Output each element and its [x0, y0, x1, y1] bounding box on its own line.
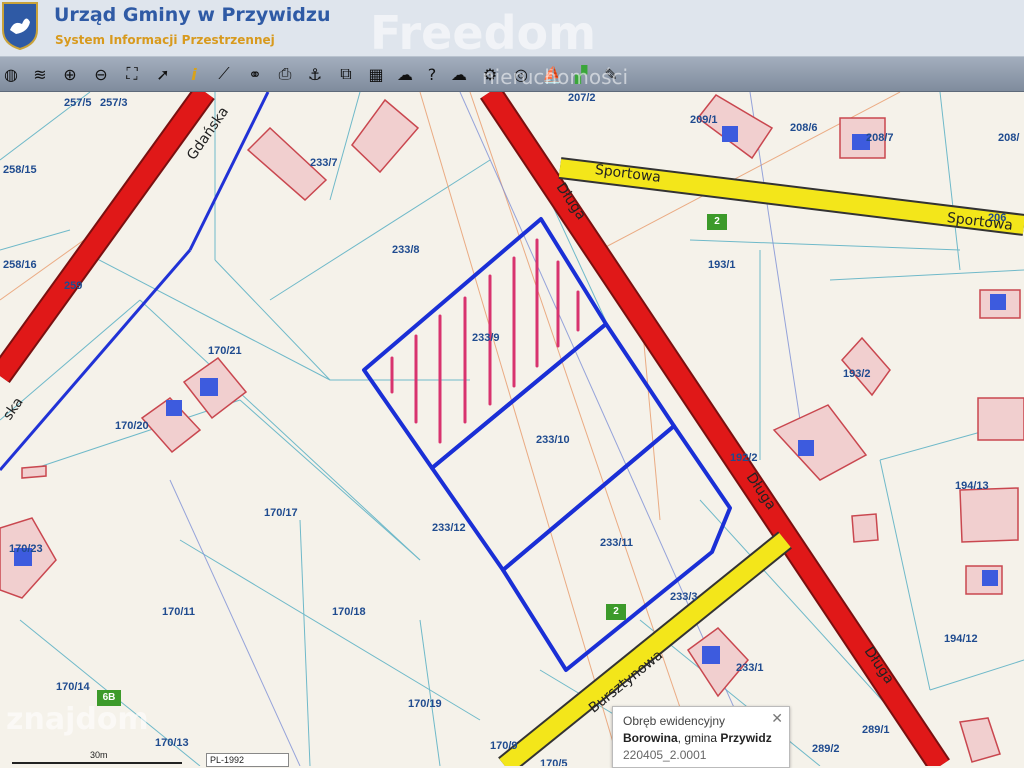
parcel-label: 258/15 — [3, 164, 37, 176]
popup-gmina: Przywidz — [720, 731, 772, 745]
app-subtitle: System Informacji Przestrzennej — [55, 33, 275, 47]
scale-bar: 30m — [8, 750, 188, 766]
popup-place-rest: , gmina — [677, 731, 721, 745]
parcel-label: 170/21 — [208, 345, 242, 357]
parcel-label: 170/13 — [155, 737, 189, 749]
parcel-label: 233/3 — [670, 591, 698, 603]
parcel-label: 194/12 — [944, 633, 978, 645]
info-popup: ✕ Obręb ewidencyjny Borowina, gmina Przy… — [612, 706, 790, 768]
popup-code: 220405_2.0001 — [623, 748, 707, 762]
print-icon[interactable]: ⎙ — [274, 63, 296, 85]
app-title: Urząd Gminy w Przywidzu — [54, 4, 331, 26]
layers-icon[interactable]: ≋ — [29, 63, 51, 85]
cloud-icon[interactable]: ☁ — [448, 63, 470, 85]
coat-of-arms-logo — [1, 2, 38, 50]
parcel-label: 233/12 — [432, 522, 466, 534]
zoom-in-icon[interactable]: ⊕ — [59, 63, 81, 85]
road-gdanska — [0, 92, 215, 384]
address-badge: 2 — [606, 604, 626, 620]
popup-place-name: Borowina — [623, 731, 678, 745]
parcel-label: 233/1 — [736, 662, 764, 674]
scale-label: 30m — [90, 750, 108, 760]
parcel-label: 233/7 — [310, 157, 338, 169]
zoom-out-icon[interactable]: ⊖ — [90, 63, 112, 85]
parcel-label: 207/2 — [568, 92, 596, 104]
parcel-label: 233/9 — [472, 332, 500, 344]
parcel-label: 194/13 — [955, 480, 989, 492]
link-icon[interactable]: ⚭ — [244, 63, 266, 85]
parcel-label: 209/1 — [690, 114, 718, 126]
parcel-label: 170/19 — [408, 698, 442, 710]
parcel-label: 258/16 — [3, 259, 37, 271]
parcel-label: 289/2 — [812, 743, 840, 755]
parcel-label: 170/23 — [9, 543, 43, 555]
watermark-brand: Freedom — [370, 6, 597, 60]
parcel-label: 170/11 — [162, 606, 196, 618]
parcel-label: 170/9 — [490, 740, 518, 752]
parcel-label: 208/ — [998, 132, 1020, 144]
parcel-label: 170/18 — [332, 606, 366, 618]
parcel-label: 257/3 — [100, 97, 128, 109]
help-icon[interactable]: ? — [421, 63, 443, 85]
parcel-label: 289/1 — [862, 724, 890, 736]
select-arrow-icon[interactable]: ➚ — [152, 63, 174, 85]
scale-line — [12, 762, 182, 764]
watermark-bottom: znajdom — [6, 702, 149, 737]
popup-place: Borowina, gmina Przywidz — [623, 731, 772, 745]
map-toolbar: ◍ ≋ ⊕ ⊖ ⛶ ➚ i ⟋ ⚭ ⎙ ⚓ ⧉ ▦ ☁ ? ☁ ⚙ ◎ ⛵ ▞ … — [0, 57, 1024, 92]
info-icon[interactable]: i — [183, 63, 205, 85]
parcel-label: 170/5 — [540, 758, 568, 766]
parcel-label: 170/14 — [56, 681, 90, 693]
parcel-label: 193/1 — [708, 259, 736, 271]
export-icon[interactable]: ⧉ — [335, 63, 357, 85]
parcel-label: 233/10 — [536, 434, 570, 446]
app-header: Urząd Gminy w Przywidzu System Informacj… — [0, 0, 1024, 60]
parcel-label: 193/2 — [843, 368, 871, 380]
grid-icon[interactable]: ▦ — [365, 63, 387, 85]
parcel-label: 208/7 — [866, 132, 894, 144]
map-canvas[interactable]: 257/5 257/3 258/15 258/16 259 233/7 233/… — [0, 92, 1024, 766]
parcel-label: 233/8 — [392, 244, 420, 256]
popup-heading: Obręb ewidencyjny — [623, 714, 726, 728]
parcel-label: 192/2 — [730, 452, 758, 464]
measure-icon[interactable]: ⟋ — [213, 63, 235, 85]
parcel-label: 259 — [64, 280, 83, 292]
address-badge: 2 — [707, 214, 727, 230]
close-icon[interactable]: ✕ — [771, 710, 783, 727]
zoom-extent-icon[interactable]: ⛶ — [121, 63, 143, 85]
projection-select[interactable]: PL-1992 — [206, 753, 289, 767]
parcel-label: 257/5 — [64, 97, 92, 109]
comment-icon[interactable]: ☁ — [394, 63, 416, 85]
watermark-sub: nieruchomości — [482, 65, 629, 89]
parcel-label: 170/20 — [115, 420, 149, 432]
parcel-label: 170/17 — [264, 507, 298, 519]
parcel-label: 208/6 — [790, 122, 818, 134]
globe-icon[interactable]: ◍ — [0, 63, 22, 85]
anchor-icon[interactable]: ⚓ — [304, 63, 326, 85]
parcel-label: 233/11 — [600, 537, 634, 549]
